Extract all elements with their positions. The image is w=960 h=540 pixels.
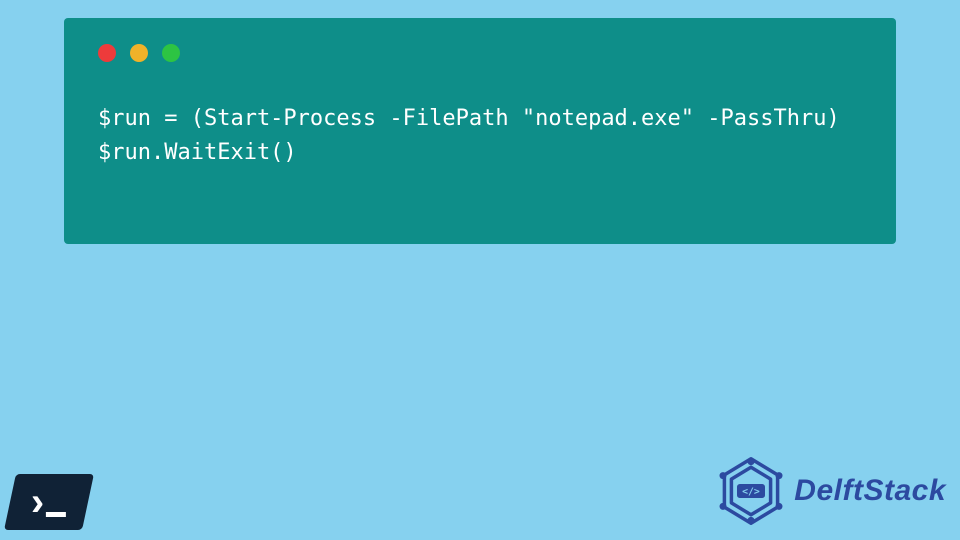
brand: </> DelftStack bbox=[716, 456, 946, 526]
svg-text:</>: </> bbox=[742, 487, 760, 498]
code-block: $run = (Start-Process -FilePath "notepad… bbox=[98, 102, 862, 170]
code-line: $run = (Start-Process -FilePath "notepad… bbox=[98, 106, 840, 131]
close-icon bbox=[98, 44, 116, 62]
powershell-glyph: › bbox=[31, 480, 66, 525]
code-window: $run = (Start-Process -FilePath "notepad… bbox=[64, 18, 896, 244]
maximize-icon bbox=[162, 44, 180, 62]
minimize-icon bbox=[130, 44, 148, 62]
brand-logo-icon: </> bbox=[716, 456, 786, 526]
brand-name: DelftStack bbox=[794, 474, 946, 508]
powershell-icon: › bbox=[4, 474, 94, 530]
window-controls bbox=[98, 44, 862, 62]
code-line: $run.WaitExit() bbox=[98, 140, 297, 165]
